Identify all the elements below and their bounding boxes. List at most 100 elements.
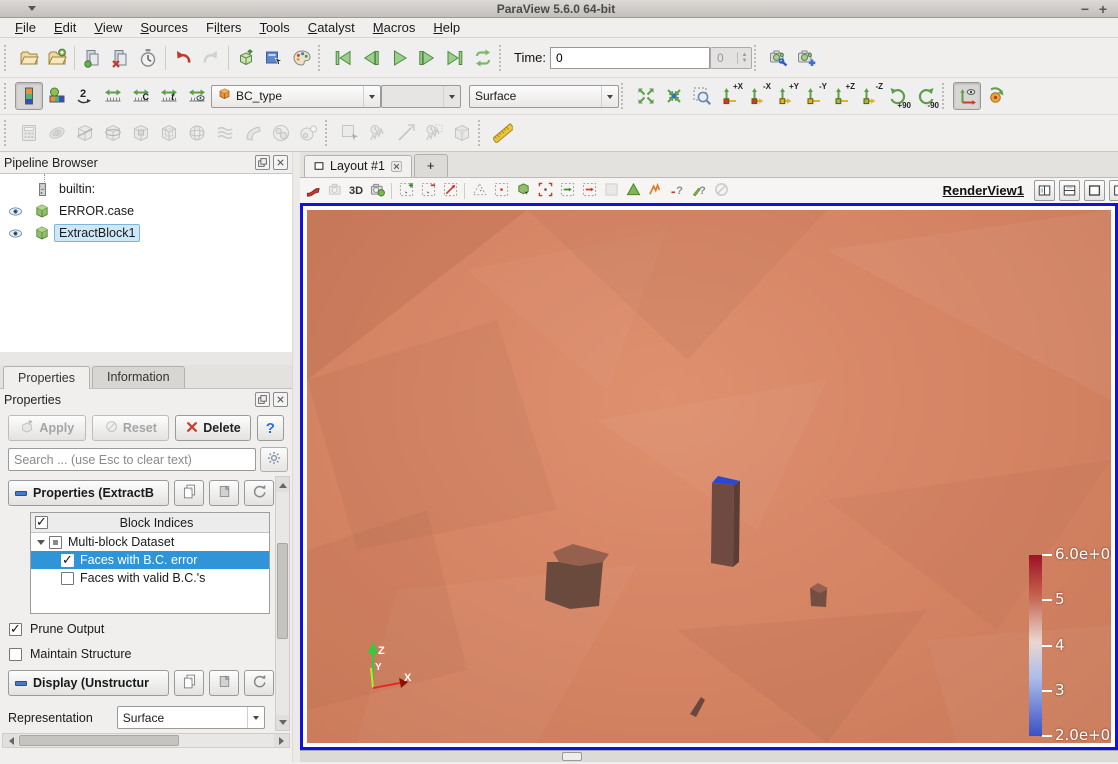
time-input[interactable] — [550, 46, 711, 69]
clip-filter[interactable] — [71, 119, 99, 147]
toolbar-handle[interactable] — [4, 120, 12, 146]
select-cells-polygon[interactable] — [468, 180, 490, 201]
tab-information[interactable]: Information — [91, 366, 185, 388]
split-horizontal-button[interactable] — [1034, 180, 1055, 201]
select-cells-on-surface[interactable] — [395, 180, 417, 201]
layout-tab[interactable]: Layout #1 — [304, 155, 412, 177]
plot-global-variables[interactable] — [420, 119, 448, 147]
search-options-button[interactable] — [260, 447, 288, 472]
toolbar-handle[interactable] — [325, 120, 333, 146]
block-row-faces-with-b-c-error[interactable]: Faces with B.C. error — [31, 551, 269, 569]
scroll-right-button[interactable] — [274, 734, 289, 747]
copy-properties-button[interactable] — [174, 480, 204, 506]
save-data[interactable] — [43, 43, 71, 72]
load-state[interactable] — [232, 43, 260, 72]
toolbar-handle[interactable] — [754, 44, 762, 71]
view-name[interactable]: RenderView1 — [943, 183, 1024, 198]
toggle-orientation-axes[interactable] — [953, 82, 981, 110]
toggle-color-legend[interactable] — [15, 82, 43, 110]
render-viewport[interactable]: Z Y X 6.0e+00 5 4 3 2.0e+00 — [307, 210, 1111, 743]
interactive-select-tool[interactable] — [644, 180, 666, 201]
close-view-button[interactable] — [1109, 180, 1118, 201]
block-row-faces-with-valid-b-c-s[interactable]: Faces with valid B.C.'s — [31, 569, 269, 587]
rotate-90-clockwise[interactable]: +90 — [884, 82, 912, 110]
row-checkbox[interactable] — [61, 552, 74, 568]
toolbar-handle[interactable] — [478, 120, 486, 146]
disconnect-server[interactable] — [106, 43, 134, 72]
probe-location[interactable] — [392, 119, 420, 147]
reset-session[interactable] — [134, 43, 162, 72]
select-block[interactable] — [512, 180, 534, 201]
toolbar-handle[interactable] — [318, 44, 326, 71]
scrollbar-thumb[interactable] — [19, 735, 179, 746]
properties-horizontal-scrollbar[interactable] — [2, 733, 290, 748]
edit-color-map[interactable] — [43, 82, 71, 110]
zoom-to-data[interactable] — [660, 82, 688, 110]
extract-subset-filter[interactable] — [155, 119, 183, 147]
toolbar-handle[interactable] — [621, 83, 629, 109]
separate-color-map[interactable]: 2 — [71, 82, 99, 110]
menu-help[interactable]: Help — [424, 19, 469, 36]
visibility-eye-icon[interactable] — [6, 226, 24, 241]
set-view-plus-x[interactable]: +X — [716, 82, 744, 110]
loop[interactable] — [469, 43, 497, 72]
menu-view[interactable]: View — [85, 19, 131, 36]
scrollbar-thumb[interactable] — [277, 543, 288, 639]
toolbar-handle[interactable] — [4, 83, 12, 109]
paste-properties-button[interactable] — [209, 480, 239, 506]
maintain-structure-checkbox[interactable] — [9, 647, 22, 661]
color-palette[interactable] — [288, 43, 316, 72]
properties-section-header[interactable]: Properties (ExtractB — [8, 480, 169, 506]
rescale-to-temporal-range[interactable]: t — [155, 82, 183, 110]
menu-sources[interactable]: Sources — [131, 19, 197, 36]
close-tab-icon[interactable] — [390, 160, 403, 173]
representation-combo[interactable]: Surface — [116, 706, 265, 729]
tab-properties[interactable]: Properties — [3, 366, 90, 389]
toolbar-handle[interactable] — [942, 83, 950, 109]
rotate-90-counterclockwise[interactable]: -90 — [912, 82, 940, 110]
toolbar-handle[interactable] — [499, 44, 507, 71]
plot-over-line[interactable] — [336, 119, 364, 147]
next-frame[interactable] — [413, 43, 441, 72]
undo[interactable] — [169, 43, 197, 72]
ghost-cells-generator[interactable] — [448, 119, 476, 147]
zoom-to-box[interactable] — [688, 82, 716, 110]
warp-by-vector-filter[interactable] — [239, 119, 267, 147]
calculator-filter[interactable] — [15, 119, 43, 147]
properties-float-button[interactable] — [255, 392, 270, 407]
restore-defaults-button[interactable] — [244, 480, 274, 506]
properties-close-button[interactable] — [273, 392, 288, 407]
pipeline-item-extractblock1[interactable]: ExtractBlock1 — [0, 222, 292, 244]
open-file[interactable] — [15, 43, 43, 72]
select-points-on-surface[interactable] — [417, 180, 439, 201]
select-points-polygon[interactable] — [490, 180, 512, 201]
apply-button[interactable]: Apply — [8, 415, 86, 441]
paste-display-button[interactable] — [209, 670, 239, 696]
toggle-center-of-rotation[interactable] — [981, 82, 1009, 110]
connect-server[interactable] — [78, 43, 106, 72]
panel-splitter[interactable] — [0, 352, 292, 365]
pipeline-item-error-case[interactable]: ERROR.case — [0, 200, 292, 222]
previous-frame[interactable] — [357, 43, 385, 72]
toolbar-handle[interactable] — [4, 44, 12, 71]
hover-cells[interactable] — [578, 180, 600, 201]
view-mode-label[interactable]: 3D — [346, 185, 366, 197]
rescale-to-data-range[interactable] — [99, 82, 127, 110]
row-checkbox[interactable] — [49, 535, 62, 549]
pipeline-close-button[interactable] — [273, 155, 288, 170]
camera-link-add[interactable] — [793, 43, 822, 72]
play[interactable] — [385, 43, 413, 72]
first-frame[interactable] — [329, 43, 357, 72]
color-by-combo[interactable]: BC_type — [211, 84, 381, 108]
search-input[interactable] — [8, 448, 256, 471]
color-legend-bar[interactable] — [1029, 555, 1042, 736]
visibility-eye-icon[interactable] — [6, 204, 24, 219]
new-layout-tab[interactable]: + — [413, 154, 448, 177]
group-datasets-filter[interactable] — [267, 119, 295, 147]
scroll-down-button[interactable] — [276, 715, 289, 730]
last-frame[interactable] — [441, 43, 469, 72]
maximize-view-button[interactable] — [1084, 180, 1105, 201]
clear-selection[interactable] — [710, 180, 732, 201]
extract-group-filter[interactable] — [295, 119, 323, 147]
grow-selection[interactable] — [622, 180, 644, 201]
